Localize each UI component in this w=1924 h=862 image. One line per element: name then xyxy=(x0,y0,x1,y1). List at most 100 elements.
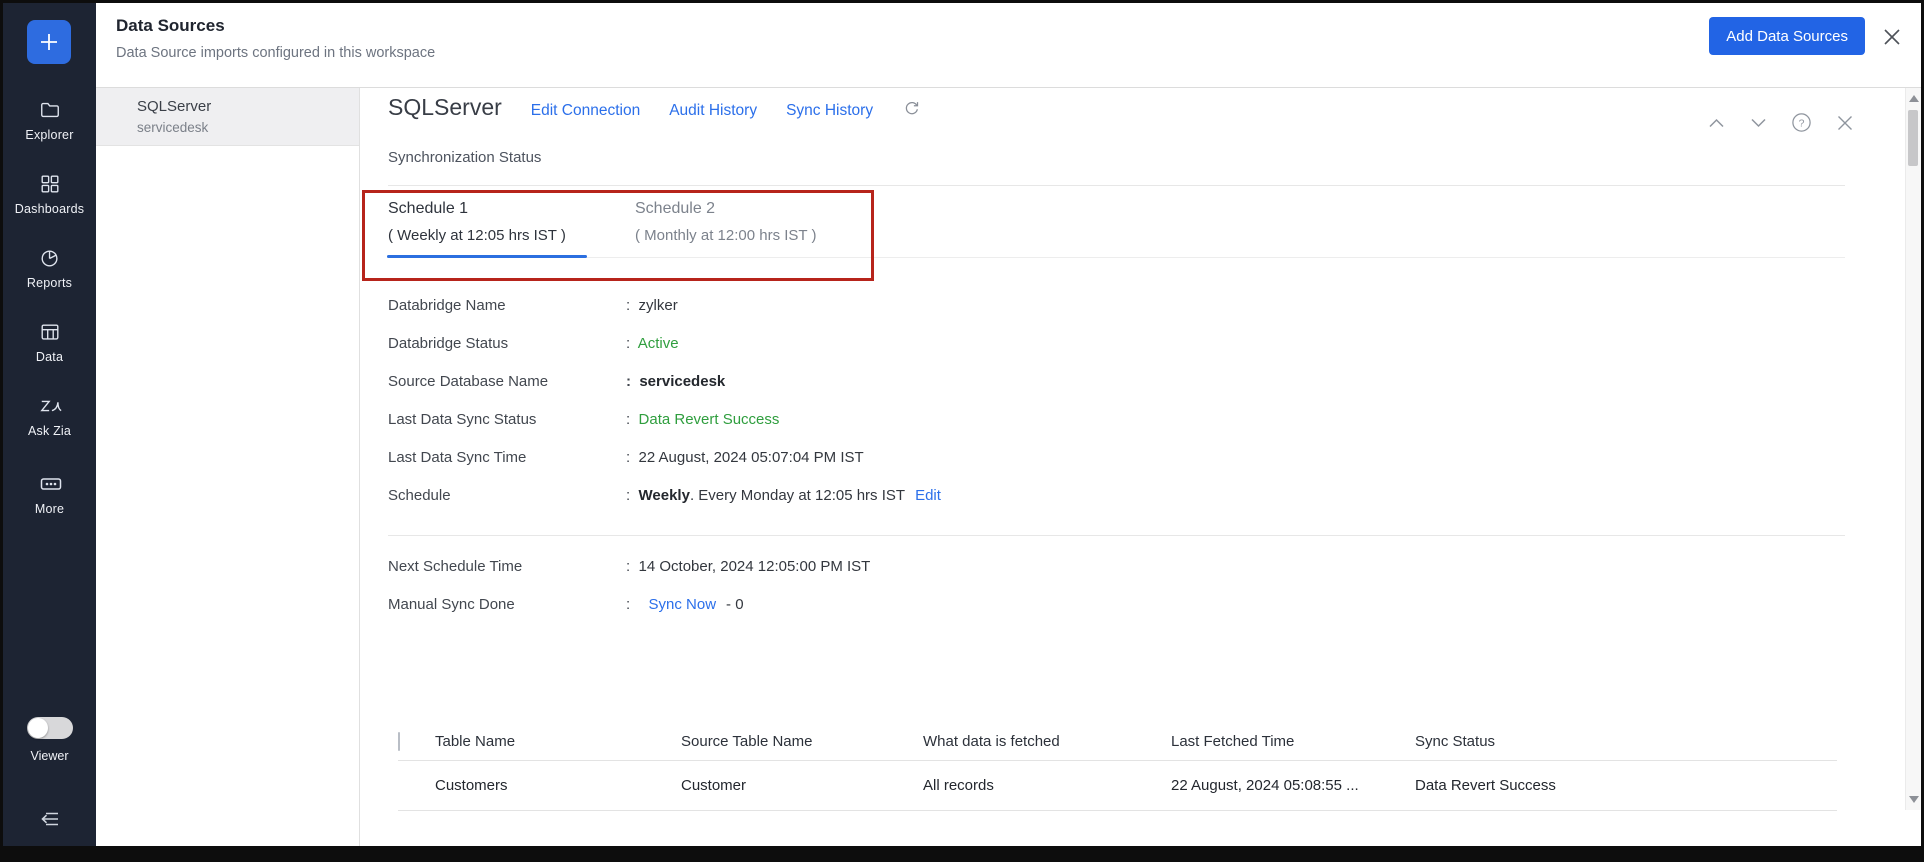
tab-schedule-2[interactable]: Schedule 2 ( Monthly at 12:00 hrs IST ) xyxy=(635,200,816,244)
sidebar-item-data[interactable]: Data xyxy=(3,321,96,364)
tab-title: Schedule 2 xyxy=(635,200,716,217)
previous-source-button[interactable] xyxy=(1707,116,1726,130)
create-new-button[interactable] xyxy=(27,20,71,64)
field-label: Next Schedule Time xyxy=(388,558,523,575)
tab-schedule-1[interactable]: Schedule 1 ( Weekly at 12:05 hrs IST ) xyxy=(388,200,566,244)
data-source-detail: SQLServer Edit Connection Audit History … xyxy=(360,88,1921,846)
column-header: Last Fetched Time xyxy=(1171,732,1295,750)
cell-table-name: Customers xyxy=(435,777,508,794)
close-icon xyxy=(1838,115,1852,130)
collapse-sidebar-button[interactable] xyxy=(3,807,96,831)
next-source-button[interactable] xyxy=(1749,116,1768,130)
divider xyxy=(388,185,1845,186)
tab-subtitle: ( Monthly at 12:00 hrs IST ) xyxy=(635,227,817,244)
field-row: Next Schedule Time 14 October, 2024 12:0… xyxy=(388,558,1841,596)
field-value: servicedesk xyxy=(626,373,725,390)
page-title: Data Sources xyxy=(116,16,225,35)
scroll-down-arrow-icon[interactable] xyxy=(1909,796,1919,803)
tab-title: Schedule 1 xyxy=(388,200,469,217)
vertical-scrollbar[interactable] xyxy=(1905,88,1921,810)
field-value: 14 October, 2024 12:05:00 PM IST xyxy=(626,558,871,575)
field-value: Weekly. Every Monday at 12:05 hrs IST Edi… xyxy=(626,487,941,504)
edit-schedule-link[interactable]: Edit xyxy=(915,487,941,504)
sidebar-item-label: Reports xyxy=(26,276,73,290)
viewer-toggle[interactable] xyxy=(26,717,73,739)
scrollbar-thumb[interactable] xyxy=(1908,110,1918,166)
table-icon xyxy=(39,321,61,343)
divider xyxy=(388,535,1845,536)
sidebar-item-reports[interactable]: Reports xyxy=(3,247,96,290)
sidebar-item-dashboards[interactable]: Dashboards xyxy=(3,173,96,216)
data-source-name: SQLServer xyxy=(137,98,212,115)
dashboards-icon xyxy=(39,173,61,195)
field-row: Last Data Sync Time 22 August, 2024 05:0… xyxy=(388,449,1841,487)
field-row: Manual Sync Done Sync Now - 0 xyxy=(388,596,1841,634)
schedule-frequency: Weekly xyxy=(638,487,690,504)
field-row: Databridge Status Active xyxy=(388,335,1841,373)
column-header: What data is fetched xyxy=(923,732,1060,750)
column-header: Source Table Name xyxy=(681,732,813,750)
manual-sync-count: - 0 xyxy=(726,596,744,613)
field-label: Manual Sync Done xyxy=(388,596,515,613)
active-tab-indicator xyxy=(387,255,587,258)
scroll-up-arrow-icon[interactable] xyxy=(1909,95,1919,102)
sidebar-item-ask-zia[interactable]: Ask Zia xyxy=(3,395,96,438)
more-icon xyxy=(39,473,61,495)
sync-history-link[interactable]: Sync History xyxy=(786,102,873,120)
sync-status-fields: Databridge Name zylker Databridge Status… xyxy=(388,297,1841,525)
field-label: Databridge Status xyxy=(388,335,509,352)
refresh-icon[interactable] xyxy=(902,99,921,118)
tab-subtitle: ( Weekly at 12:05 hrs IST ) xyxy=(388,227,566,244)
zia-icon xyxy=(39,395,62,417)
tab-bar-baseline xyxy=(387,257,1845,258)
sidebar-item-more[interactable]: More xyxy=(3,473,96,516)
field-label: Last Data Sync Status xyxy=(388,411,537,428)
field-value: zylker xyxy=(626,297,678,314)
table-row[interactable]: Customers Customer All records 22 August… xyxy=(398,761,1837,811)
edit-connection-link[interactable]: Edit Connection xyxy=(531,102,640,120)
close-page-button[interactable] xyxy=(1880,25,1904,49)
select-all-checkbox[interactable] xyxy=(398,731,400,751)
field-value: Sync Now - 0 xyxy=(626,596,744,613)
plus-icon xyxy=(38,31,60,53)
audit-history-link[interactable]: Audit History xyxy=(669,102,757,120)
help-icon: ? xyxy=(1792,113,1811,132)
schedule-detail: . Every Monday at 12:05 hrs IST xyxy=(689,487,906,504)
viewer-label: Viewer xyxy=(30,749,69,763)
sidebar-item-explorer[interactable]: Explorer xyxy=(3,99,96,142)
sidebar-item-label: Explorer xyxy=(25,128,74,142)
field-row: Source Database Name servicedesk xyxy=(388,373,1841,411)
data-source-list-item[interactable]: SQLServer servicedesk xyxy=(96,88,359,146)
column-header: Table Name xyxy=(435,732,516,750)
app-sidebar: Explorer Dashboards Reports Data Ask Zia xyxy=(3,3,96,846)
field-label: Last Data Sync Time xyxy=(388,449,527,466)
close-detail-button[interactable] xyxy=(1835,113,1855,133)
folder-icon xyxy=(39,99,61,121)
close-icon xyxy=(1880,25,1904,49)
detail-title: SQLServer xyxy=(388,94,502,120)
toggle-knob xyxy=(27,718,48,738)
field-row: Last Data Sync Status Data Revert Succes… xyxy=(388,411,1841,449)
sidebar-item-label: Ask Zia xyxy=(27,424,72,438)
next-schedule-fields: Next Schedule Time 14 October, 2024 12:0… xyxy=(388,558,1841,634)
field-row: Schedule Weekly. Every Monday at 12:05 h… xyxy=(388,487,1841,525)
field-label: Schedule xyxy=(388,487,451,504)
section-title: Synchronization Status xyxy=(388,149,542,166)
table-header-row: Table Name Source Table Name What data i… xyxy=(398,722,1837,761)
detail-toolbar: ? xyxy=(1707,112,1855,133)
cell-sync-status: Data Revert Success xyxy=(1415,777,1556,794)
field-label: Source Database Name xyxy=(388,373,549,390)
status-badge: Data Revert Success xyxy=(626,411,780,428)
sidebar-item-label: Data xyxy=(35,350,64,364)
help-button[interactable]: ? xyxy=(1791,112,1812,133)
add-data-sources-button[interactable]: Add Data Sources xyxy=(1709,17,1865,55)
tables-grid: Table Name Source Table Name What data i… xyxy=(398,722,1837,811)
sidebar-item-label: Dashboards xyxy=(14,202,85,216)
sync-now-link[interactable]: Sync Now xyxy=(649,596,717,613)
field-label: Databridge Name xyxy=(388,297,506,314)
page-header: Data Sources Data Source imports configu… xyxy=(96,3,1921,88)
sidebar-item-label: More xyxy=(34,502,65,516)
cell-what-data-fetched: All records xyxy=(923,777,994,794)
viewer-toggle-group: Viewer xyxy=(3,717,96,763)
collapse-icon xyxy=(37,807,63,831)
